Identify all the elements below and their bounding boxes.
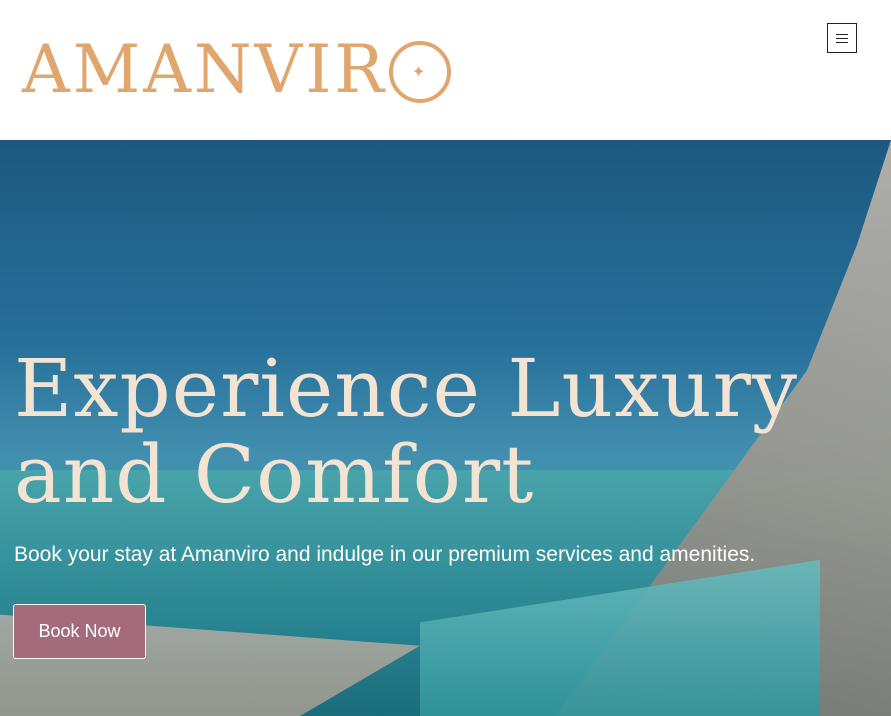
hero-title: Experience Luxury and Comfort — [14, 342, 799, 521]
brand-logo-o: ✦ — [389, 41, 452, 103]
hero-section: Experience Luxury and Comfort Book your … — [0, 140, 891, 716]
brand-logo[interactable]: AMANVIR ✦ — [22, 30, 452, 110]
brand-logo-text: AMANVIR — [22, 31, 388, 108]
hamburger-menu-button[interactable] — [827, 23, 857, 53]
hero-subtitle: Book your stay at Amanviro and indulge i… — [14, 543, 756, 566]
hamburger-menu-icon-bar — [836, 41, 848, 43]
star-icon: ✦ — [411, 62, 429, 81]
site-header: AMANVIR ✦ — [0, 0, 891, 140]
hamburger-menu-icon-bar — [836, 33, 848, 35]
hamburger-menu-icon-bar — [836, 37, 848, 39]
book-now-button[interactable]: Book Now — [13, 604, 146, 659]
